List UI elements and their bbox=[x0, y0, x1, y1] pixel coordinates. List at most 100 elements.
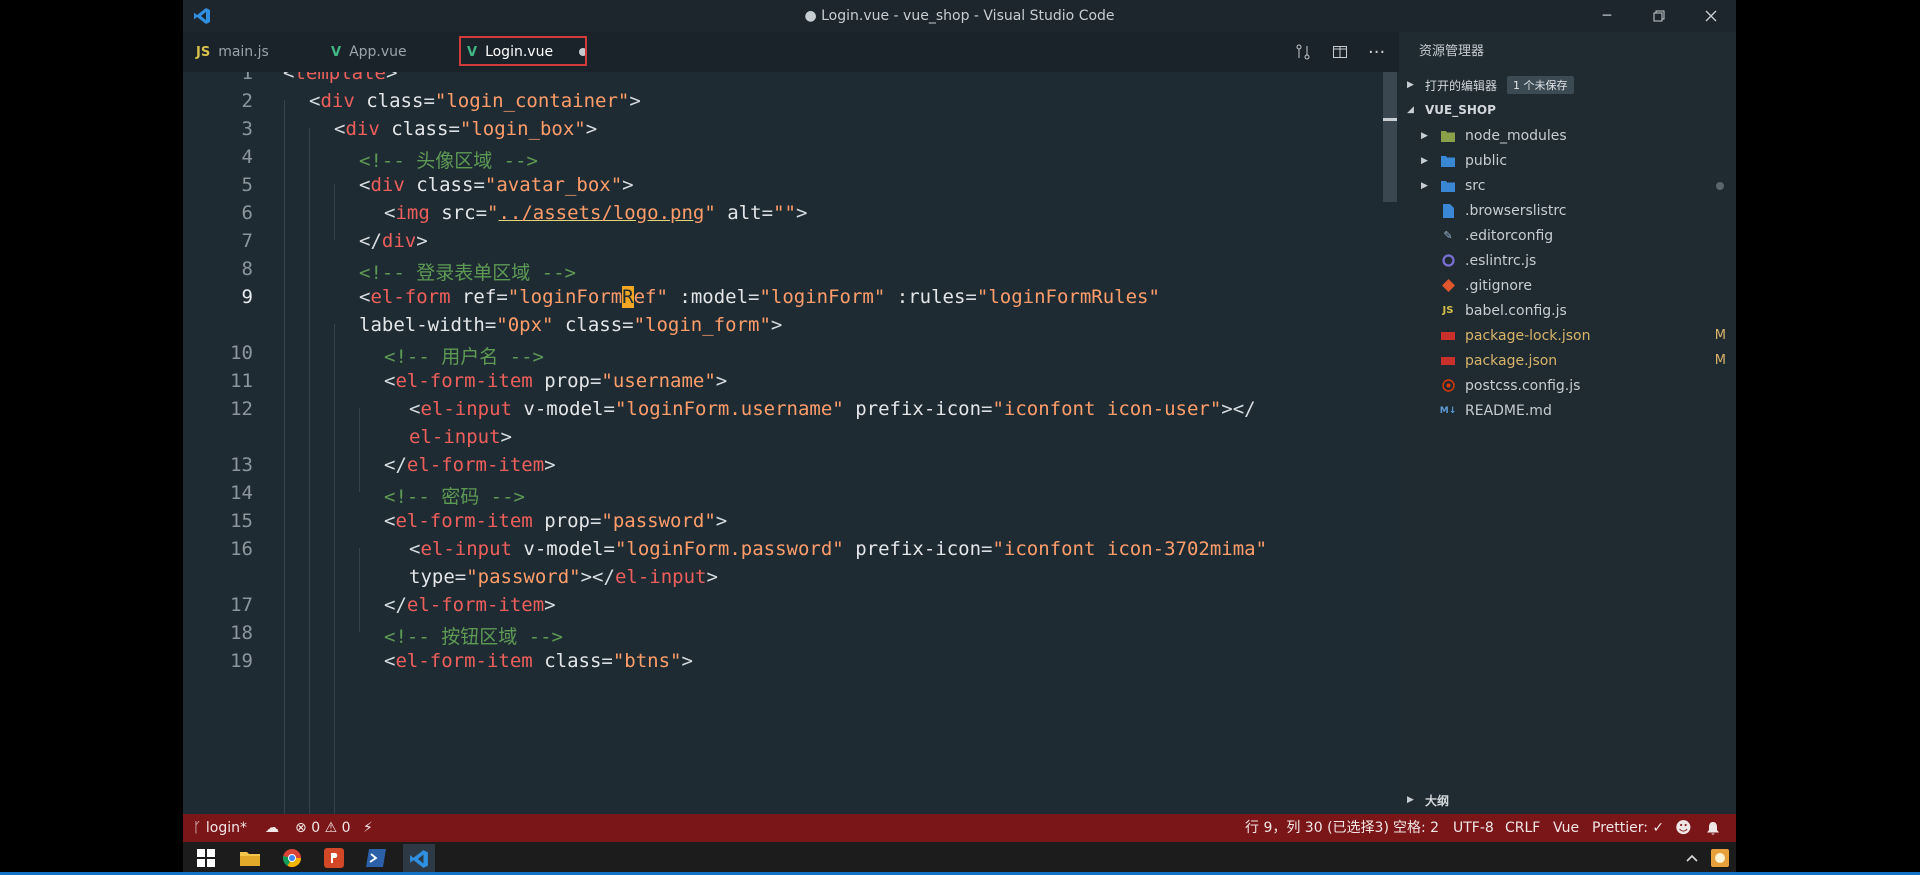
tray-app-button[interactable] bbox=[1707, 846, 1733, 870]
code-line: <div class="login_box"> bbox=[334, 118, 598, 140]
prettier-status[interactable]: Prettier: ✓ bbox=[1592, 814, 1664, 842]
problems-status[interactable]: ⊗ 0 ⚠ 0 bbox=[295, 814, 351, 842]
windows-start-icon bbox=[197, 849, 215, 867]
restore-button[interactable] bbox=[1633, 0, 1685, 32]
cloud-upload-icon: ☁ bbox=[265, 820, 279, 836]
tree-item-browserslistrc[interactable]: .browserslistrc bbox=[1399, 198, 1736, 223]
tree-item-src[interactable]: ▶ src bbox=[1399, 173, 1736, 198]
code-line: <el-input v-model="loginForm.username" p… bbox=[409, 398, 1256, 420]
title-bar: ● Login.vue - vue_shop - Visual Studio C… bbox=[183, 0, 1736, 32]
restore-icon bbox=[1653, 10, 1665, 22]
code-line: <el-input v-model="loginForm.password" p… bbox=[409, 538, 1268, 560]
code-line: </div> bbox=[359, 230, 428, 252]
code-line: <img src="../assets/logo.png" alt=""> bbox=[384, 202, 808, 224]
indent-guide bbox=[359, 408, 360, 492]
section-label: 打开的编辑器 bbox=[1425, 78, 1498, 93]
language-mode[interactable]: Vue bbox=[1553, 814, 1579, 842]
tab-app-vue[interactable]: V App.vue bbox=[331, 32, 407, 72]
tab-login-vue[interactable]: V Login.vue bbox=[459, 32, 588, 72]
line-number: 19 bbox=[230, 650, 253, 672]
feedback-button[interactable]: ☻ bbox=[1675, 814, 1692, 842]
indent-guide bbox=[309, 128, 310, 814]
split-editor-icon bbox=[1333, 46, 1347, 58]
tree-item-package-json[interactable]: package.json M bbox=[1399, 348, 1736, 373]
indent-guide bbox=[359, 548, 360, 632]
line-number: 13 bbox=[230, 454, 253, 476]
npm-icon bbox=[1441, 354, 1455, 368]
tree-item-eslintrc[interactable]: .eslintrc.js bbox=[1399, 248, 1736, 273]
folder-node-icon bbox=[1441, 129, 1455, 143]
error-icon: ⊗ bbox=[295, 820, 307, 836]
chevron-up-icon bbox=[1686, 854, 1698, 862]
tree-item-babel-config[interactable]: JS babel.config.js bbox=[1399, 298, 1736, 323]
smiley-icon: ☻ bbox=[1675, 818, 1692, 837]
compare-changes-icon bbox=[1296, 44, 1310, 60]
line-number: 17 bbox=[230, 594, 253, 616]
tree-item-package-lock[interactable]: package-lock.json M bbox=[1399, 323, 1736, 348]
notifications-button[interactable] bbox=[1706, 814, 1720, 842]
code-line: <el-form-item class="btns"> bbox=[384, 650, 693, 672]
tab-label: main.js bbox=[218, 44, 269, 60]
branch-status[interactable]: ᚴ login* bbox=[193, 814, 247, 842]
encoding-setting[interactable]: UTF-8 bbox=[1453, 814, 1494, 842]
tab-main-js[interactable]: JS main.js bbox=[196, 32, 269, 72]
tree-item-label: src bbox=[1465, 177, 1486, 194]
line-number: 5 bbox=[241, 174, 253, 196]
taskbar-chrome[interactable] bbox=[279, 846, 305, 870]
outline-section[interactable]: ▶ 大纲 bbox=[1399, 788, 1736, 812]
tree-item-postcss-config[interactable]: postcss.config.js bbox=[1399, 373, 1736, 398]
code-comment: <!-- 登录表单区域 --> bbox=[359, 262, 576, 284]
chevron-down-icon: ◢ bbox=[1407, 105, 1414, 115]
line-number: 16 bbox=[230, 538, 253, 560]
open-editors-section[interactable]: ▶ 打开的编辑器 1 个未保存 bbox=[1399, 73, 1736, 97]
line-number: 1 bbox=[241, 72, 253, 84]
eslint-icon bbox=[1441, 254, 1455, 268]
tree-item-gitignore[interactable]: .gitignore bbox=[1399, 273, 1736, 298]
line-number: 8 bbox=[241, 258, 253, 280]
line-number: 18 bbox=[230, 622, 253, 644]
lightning-button[interactable]: ⚡ bbox=[363, 814, 373, 842]
tree-item-node-modules[interactable]: ▶ node_modules bbox=[1399, 123, 1736, 148]
line-number: 9 bbox=[241, 286, 253, 308]
split-editor-button[interactable] bbox=[1332, 32, 1348, 72]
tree-item-public[interactable]: ▶ public bbox=[1399, 148, 1736, 173]
chevron-right-icon: ▶ bbox=[1407, 80, 1414, 90]
line-number: 2 bbox=[241, 90, 253, 112]
tray-overflow-button[interactable] bbox=[1679, 846, 1705, 870]
minimize-button[interactable]: ─ bbox=[1581, 0, 1633, 32]
tree-item-editorconfig[interactable]: ✎ .editorconfig bbox=[1399, 223, 1736, 248]
sync-button[interactable]: ☁ bbox=[265, 814, 279, 842]
close-window-button[interactable] bbox=[1685, 0, 1736, 32]
git-icon bbox=[1441, 279, 1455, 293]
tree-item-label: README.md bbox=[1465, 402, 1552, 419]
powerpoint-icon bbox=[324, 848, 344, 868]
code-line: label-width="0px" class="login_form"> bbox=[359, 314, 783, 336]
indent-setting[interactable]: 空格: 2 bbox=[1393, 814, 1439, 842]
line-number: 6 bbox=[241, 202, 253, 224]
project-section[interactable]: ◢ VUE_SHOP bbox=[1399, 98, 1736, 122]
code-line: <el-form-item prop="username"> bbox=[384, 370, 728, 392]
start-button[interactable] bbox=[193, 846, 219, 870]
vscode-window: ● Login.vue - vue_shop - Visual Studio C… bbox=[183, 0, 1736, 875]
eol-setting[interactable]: CRLF bbox=[1505, 814, 1540, 842]
code-comment: <!-- 密码 --> bbox=[384, 486, 525, 508]
tree-item-label: .browserslistrc bbox=[1465, 202, 1567, 219]
tree-item-readme[interactable]: M↓ README.md bbox=[1399, 398, 1736, 423]
tree-item-label: package.json bbox=[1465, 352, 1558, 369]
unsaved-badge: 1 个未保存 bbox=[1507, 76, 1574, 94]
bell-icon bbox=[1707, 821, 1719, 835]
line-number: 11 bbox=[230, 370, 253, 392]
tree-item-label: public bbox=[1465, 152, 1508, 169]
taskbar-vscode[interactable] bbox=[403, 844, 435, 875]
window-title: ● Login.vue - vue_shop - Visual Studio C… bbox=[804, 8, 1115, 24]
editor-scrollbar[interactable] bbox=[1383, 72, 1397, 202]
code-editor[interactable]: 1 2 3 4 5 6 7 8 9 10 11 12 13 14 15 16 1… bbox=[183, 72, 1399, 814]
more-actions-button[interactable]: ··· bbox=[1368, 32, 1385, 72]
taskbar-terminal[interactable] bbox=[363, 846, 389, 870]
js-file-icon: JS bbox=[1442, 305, 1454, 316]
taskbar-explorer[interactable] bbox=[237, 846, 263, 870]
taskbar-powerpoint[interactable] bbox=[321, 846, 347, 870]
cursor-position[interactable]: 行 9，列 30 (已选择3) bbox=[1245, 814, 1389, 842]
tree-item-label: .gitignore bbox=[1465, 277, 1532, 294]
open-changes-button[interactable] bbox=[1295, 32, 1311, 72]
